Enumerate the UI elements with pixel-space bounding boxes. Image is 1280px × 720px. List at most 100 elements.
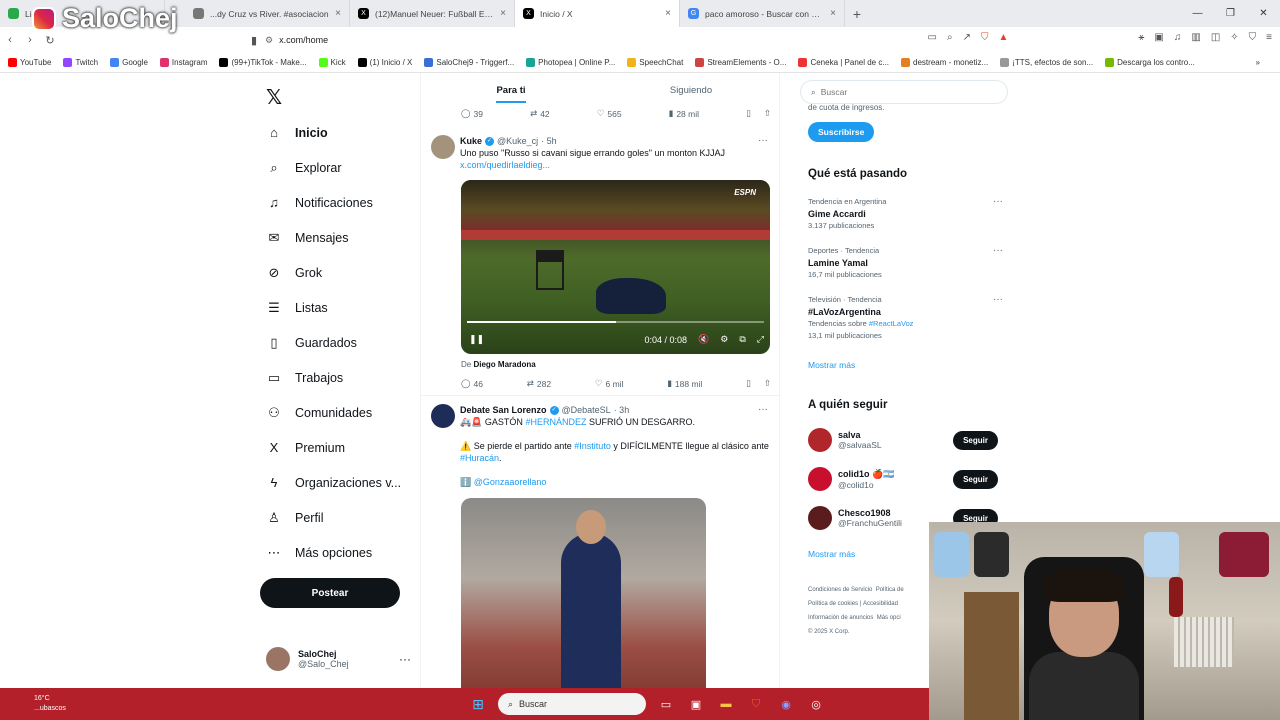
weather-widget[interactable]: 16°C ...ubascos <box>34 694 66 714</box>
brave-shield-icon[interactable]: ⛉ <box>981 32 989 43</box>
windows-start-icon[interactable]: ⊞ <box>468 694 488 714</box>
settings-icon[interactable]: ⚙ <box>720 334 728 345</box>
sidebar-item-notificaciones[interactable]: ♫ Notificaciones <box>266 185 416 220</box>
sidebar-item-perfil[interactable]: ♙ Perfil <box>266 500 416 535</box>
bookmark-item[interactable]: Kick <box>318 58 346 67</box>
sidebar-item-explorar[interactable]: ⌕ Explorar <box>266 150 416 185</box>
close-tab-icon[interactable]: × <box>335 8 341 19</box>
pause-icon[interactable]: ❚❚ <box>469 334 484 345</box>
mention[interactable]: @Gonzaaorellano <box>474 477 547 487</box>
video-player[interactable]: ESPN ❚❚ 0:04 / 0:08 🔇 ⚙ ⧉ ⤢ <box>461 180 770 354</box>
tweet-handle[interactable]: @Kuke_cj <box>497 135 538 147</box>
trend-item[interactable]: Deportes · Tendencia Lamine Yamal 16,7 m… <box>808 245 1003 281</box>
like-button[interactable]: ♡ 565 <box>597 108 622 119</box>
avatar[interactable] <box>431 404 455 428</box>
tweet-photo[interactable] <box>461 498 706 688</box>
sidebar-item-comunidades[interactable]: ⚇ Comunidades <box>266 395 416 430</box>
like-button[interactable]: ♡ 6 mil <box>595 378 624 389</box>
brave-rewards-icon[interactable]: ▲ <box>999 32 1009 43</box>
more-icon[interactable]: ··· <box>399 652 411 666</box>
hashtag[interactable]: #Huracán <box>460 453 499 463</box>
follow-button[interactable]: Seguir <box>953 430 998 450</box>
show-more-trends[interactable]: Mostrar más <box>808 360 855 370</box>
search-box[interactable]: ⌕ <box>800 80 1008 104</box>
sidebar-item-mensajes[interactable]: ✉ Mensajes <box>266 220 416 255</box>
sidebar-icon[interactable]: ▥ <box>1191 32 1200 43</box>
follow-suggestion[interactable]: salva @salvaaSL Seguir <box>808 425 998 455</box>
brave-icon[interactable]: ⛉ <box>746 694 766 714</box>
footer-link[interactable]: Condiciones de Servicio <box>808 587 872 593</box>
account-switcher[interactable]: SaloChej @Salo_Chej ··· <box>266 647 411 671</box>
bookmark-item[interactable]: destream - monetiz... <box>901 58 988 67</box>
bookmark-item[interactable]: SpeechChat <box>627 58 683 67</box>
task-view-icon[interactable]: ▭ <box>656 694 676 714</box>
browser-tab-4[interactable]: X(12)Manuel Neuer: Fußball Edits und× <box>350 0 515 27</box>
tweet-author[interactable]: Kuke <box>460 135 482 147</box>
avatar[interactable] <box>431 135 455 159</box>
bookmark-item[interactable]: Ceneka | Panel de c... <box>798 58 889 67</box>
sidebar-item-grok[interactable]: ⊘ Grok <box>266 255 416 290</box>
forward-icon[interactable]: › <box>20 34 40 46</box>
bookmark-item[interactable]: Descarga los contro... <box>1105 58 1195 67</box>
hashtag[interactable]: #Instituto <box>574 441 611 451</box>
sidebar-item-trabajos[interactable]: ▭ Trabajos <box>266 360 416 395</box>
menu-icon[interactable]: ≡ <box>1266 32 1272 43</box>
bookmark-item[interactable]: Twitch <box>63 58 98 67</box>
bookmark-item[interactable]: Instagram <box>159 58 207 67</box>
subscribe-button[interactable]: Suscribirse <box>808 122 875 142</box>
bookmark-item[interactable]: SaloChej9 - Triggerf... <box>424 58 514 67</box>
bookmark-tweet-button[interactable]: ▯ ⇧ <box>746 378 771 389</box>
cast-icon[interactable]: ▭ <box>928 32 937 43</box>
trend-item[interactable]: Televisión · Tendencia #LaVozArgentina T… <box>808 294 1003 342</box>
tweet-debate-san-lorenzo[interactable]: Debate San Lorenzo ✓ @DebateSL · 3h 🚑🚨 G… <box>431 404 776 494</box>
file-explorer-icon[interactable]: ▬ <box>716 694 736 714</box>
tweet-link[interactable]: x.com/quedirlaeldieg... <box>460 159 770 171</box>
more-icon[interactable]: ··· <box>993 294 1003 306</box>
tab-para-ti[interactable]: Para ti <box>421 81 601 107</box>
more-icon[interactable]: ··· <box>993 196 1003 208</box>
footer-link[interactable]: Información de anuncios <box>808 615 873 621</box>
video-progress-bar[interactable] <box>467 321 764 323</box>
bookmark-item[interactable]: Google <box>110 58 148 67</box>
bookmarks-overflow-icon[interactable]: » <box>1256 58 1280 67</box>
fullscreen-icon[interactable]: ⤢ <box>757 334 764 345</box>
x-logo[interactable]: 𝕏 <box>266 85 282 110</box>
obs-icon[interactable]: ◎ <box>806 694 826 714</box>
extensions-icon[interactable]: ⚹ <box>1138 32 1144 43</box>
sidebar-item-inicio[interactable]: ⌂ Inicio <box>266 115 416 150</box>
footer-link[interactable]: Más opci <box>877 615 901 621</box>
bookmark-item[interactable]: ¡TTS, efectos de son... <box>1000 58 1093 67</box>
search-input[interactable] <box>820 87 991 97</box>
leo-icon[interactable]: ✧ <box>1230 32 1238 43</box>
browser-tab-6[interactable]: Gpaco amoroso - Buscar con Google× <box>680 0 845 27</box>
sidebar-item-más-opciones[interactable]: ⋯ Más opciones <box>266 535 416 570</box>
post-button[interactable]: Postear <box>260 578 400 608</box>
tabs-icon[interactable]: ▣ <box>1154 32 1163 43</box>
trend-item[interactable]: Tendencia en Argentina Gime Accardi 3.13… <box>808 196 1003 232</box>
pip-icon[interactable]: ⧉ <box>739 334 745 345</box>
views-button[interactable]: ▮ 28 mil <box>669 108 699 119</box>
views-button[interactable]: ▮ 188 mil <box>667 378 702 389</box>
site-info-icon[interactable]: ⚙ <box>265 35 273 46</box>
close-tab-icon[interactable]: × <box>500 8 506 19</box>
bookmark-item[interactable]: (1) Inicio / X <box>357 58 412 67</box>
wallet-icon[interactable]: ◫ <box>1211 32 1220 43</box>
bookmark-item[interactable]: (99+)TikTok - Make... <box>219 58 307 67</box>
reload-icon[interactable]: ↻ <box>40 34 60 47</box>
browser-tab-active[interactable]: X Inicio / X × <box>515 0 680 27</box>
bookmark-item[interactable]: Photopea | Online P... <box>526 58 615 67</box>
tweet-author[interactable]: Debate San Lorenzo <box>460 404 547 416</box>
sidebar-item-organizaciones-v[interactable]: ϟ Organizaciones v... <box>266 465 416 500</box>
follow-button[interactable]: Seguir <box>953 469 998 489</box>
reply-button[interactable]: ◯ 39 <box>461 108 483 119</box>
more-icon[interactable]: ··· <box>758 135 768 146</box>
hashtag[interactable]: #ReactLaVoz <box>869 319 914 328</box>
store-icon[interactable]: ▣ <box>686 694 706 714</box>
repost-button[interactable]: ⇄ 42 <box>530 108 550 119</box>
share-icon[interactable]: ↗ <box>963 32 971 43</box>
mute-icon[interactable]: 🔇 <box>698 334 709 345</box>
show-more-follow[interactable]: Mostrar más <box>808 549 855 559</box>
taskbar-search[interactable]: ⌕ Buscar <box>498 693 646 715</box>
tweet-time[interactable]: · 3h <box>614 404 630 416</box>
discord-icon[interactable]: ◉ <box>776 694 796 714</box>
